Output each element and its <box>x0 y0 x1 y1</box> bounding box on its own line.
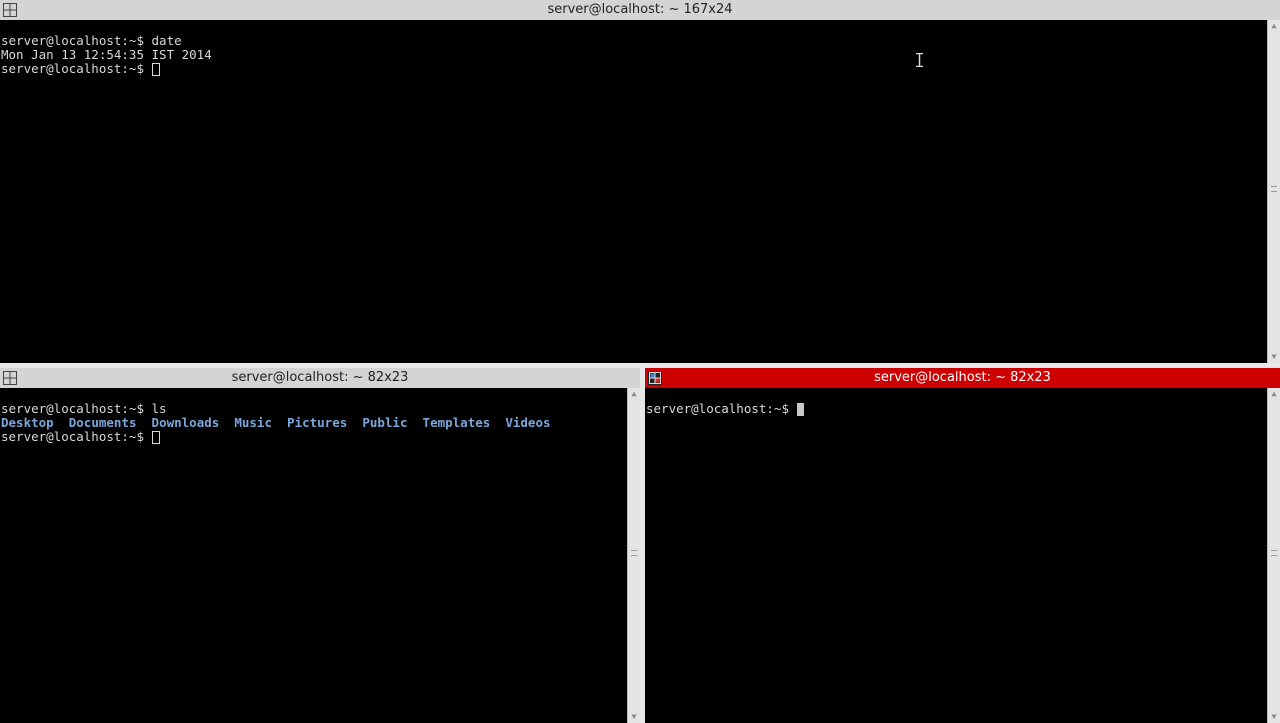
dir-entry: Downloads <box>151 415 220 430</box>
arrow-down-icon[interactable]: ▼ <box>628 711 640 723</box>
bottom-right-output: server@localhost:~$ <box>645 388 804 416</box>
terminal-line: Mon Jan 13 12:54:35 IST 2014 <box>1 47 212 62</box>
terminal-prompt: server@localhost:~$ <box>1 429 152 444</box>
arrow-up-icon[interactable]: ▲ <box>628 388 640 400</box>
dir-entry: Videos <box>505 415 551 430</box>
bottom-left-terminal[interactable]: server@localhost:~$ ls Desktop Documents… <box>0 388 627 723</box>
top-scrollbar[interactable]: ▲ ▼ <box>1267 20 1280 363</box>
bottom-left-output: server@localhost:~$ ls Desktop Documents… <box>0 388 551 444</box>
terminal-cursor <box>796 403 804 416</box>
top-pane-title: server@localhost: ~ 167x24 <box>547 2 733 17</box>
bottom-left-title: server@localhost: ~ 82x23 <box>231 370 409 385</box>
scrollbar-grip[interactable] <box>631 550 637 556</box>
bottom-left-scrollbar[interactable]: ▲ ▼ <box>627 388 640 723</box>
terminal-prompt: server@localhost:~$ <box>646 401 797 416</box>
arrow-up-icon[interactable]: ▲ <box>1268 20 1280 32</box>
top-terminal-output: server@localhost:~$ date Mon Jan 13 12:5… <box>0 20 212 76</box>
arrow-down-icon[interactable]: ▼ <box>1268 711 1280 723</box>
dir-entry: Music <box>234 415 272 430</box>
dir-entry: Desktop <box>1 415 54 430</box>
bottom-right-title: server@localhost: ~ 82x23 <box>874 370 1051 385</box>
split-window-icon[interactable] <box>3 3 17 17</box>
top-terminal[interactable]: server@localhost:~$ date Mon Jan 13 12:5… <box>0 20 1267 363</box>
bottom-right-terminal[interactable]: server@localhost:~$ <box>645 388 1267 723</box>
top-pane-titlebar[interactable]: server@localhost: ~ 167x24 <box>0 0 1280 20</box>
scrollbar-grip[interactable] <box>1271 550 1277 556</box>
terminal-cursor <box>151 431 160 444</box>
dir-entry: Documents <box>68 415 137 430</box>
dir-entry: Public <box>362 415 408 430</box>
split-window-icon[interactable] <box>3 371 17 385</box>
dir-entry: Templates <box>422 415 491 430</box>
terminal-line: server@localhost:~$ ls <box>1 401 167 416</box>
bottom-right-scrollbar[interactable]: ▲ ▼ <box>1267 388 1280 723</box>
text-cursor-icon <box>916 53 923 67</box>
terminal-cursor <box>151 63 160 76</box>
split-window-icon[interactable] <box>648 371 662 385</box>
bottom-right-titlebar[interactable]: server@localhost: ~ 82x23 <box>645 368 1280 388</box>
terminal-prompt: server@localhost:~$ <box>1 61 152 76</box>
arrow-down-icon[interactable]: ▼ <box>1268 351 1280 363</box>
scrollbar-grip[interactable] <box>1271 186 1277 192</box>
terminal-line: server@localhost:~$ date <box>1 33 182 48</box>
bottom-left-titlebar[interactable]: server@localhost: ~ 82x23 <box>0 368 640 388</box>
dir-entry: Pictures <box>287 415 348 430</box>
arrow-up-icon[interactable]: ▲ <box>1268 388 1280 400</box>
